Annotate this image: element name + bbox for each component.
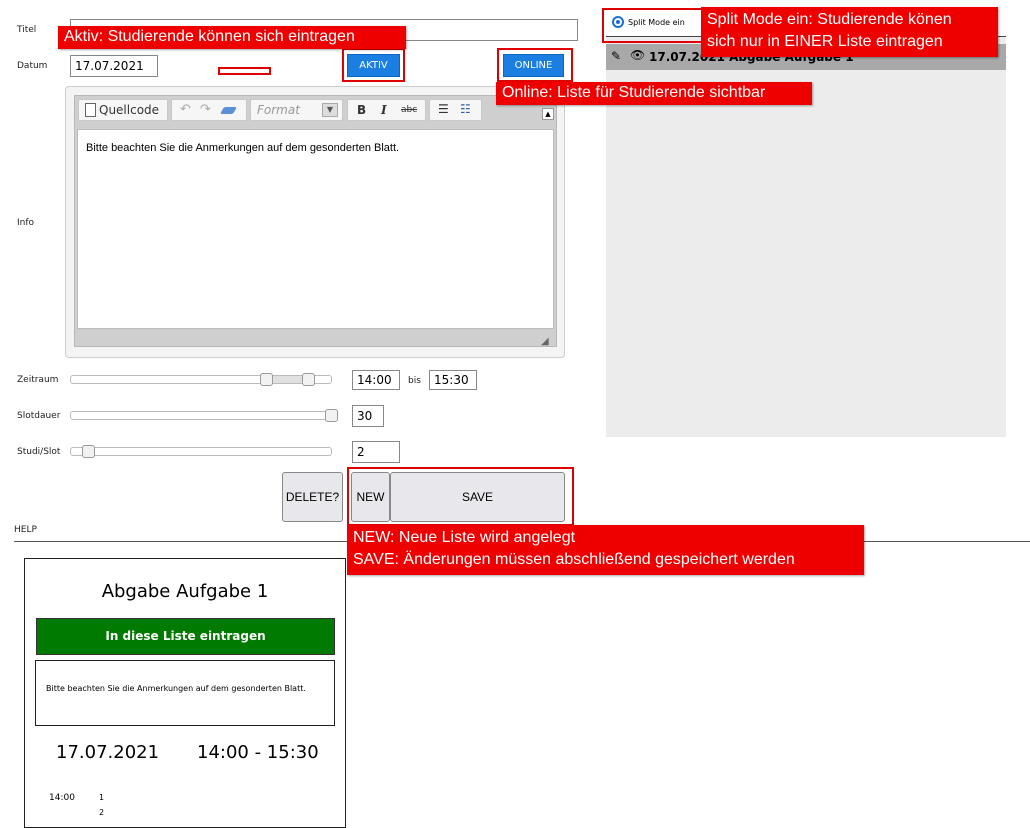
preview-time-range: 14:00 - 15:30	[197, 742, 319, 763]
datum-input[interactable]: 17.07.2021	[70, 55, 158, 77]
zeitraum-label: Zeitraum	[17, 375, 59, 385]
preview-date: 17.07.2021	[56, 742, 160, 763]
slot-2[interactable]: 2	[99, 808, 104, 817]
slotdauer-label: Slotdauer	[17, 411, 61, 421]
format-placeholder: Format	[257, 103, 300, 117]
editor-frame: Quellcode ↶ ↷ Format ▼ B I abc ☰ ☷ ▲ Bit…	[74, 95, 557, 347]
new-button[interactable]: NEW	[351, 472, 390, 522]
callout-save: SAVE: Änderungen müssen abschließend ges…	[353, 551, 795, 568]
editor-text: Bitte beachten Sie die Anmerkungen auf d…	[86, 142, 400, 154]
edit-pencil-icon[interactable]: ✎	[611, 49, 621, 63]
undo-icon[interactable]: ↶	[180, 102, 191, 117]
bold-icon[interactable]: B	[357, 103, 366, 117]
eraser-icon[interactable]	[219, 107, 238, 114]
info-label: Info	[17, 218, 35, 228]
datum-label: Datum	[17, 61, 48, 71]
zeitraum-handle-end[interactable]	[302, 373, 315, 386]
student-preview: Abgabe Aufgabe 1 In diese Liste eintrage…	[24, 558, 346, 828]
slotdauer-input[interactable]: 30	[352, 405, 384, 427]
split-mode-label: Split Mode ein	[628, 18, 685, 27]
redo-icon[interactable]: ↷	[200, 102, 211, 117]
zeitraum-handle-start[interactable]	[260, 373, 273, 386]
callout-aktiv: Aktiv: Studierende können sich eintragen	[58, 26, 406, 49]
callout-split-line1: Split Mode ein: Studierende könen	[707, 11, 952, 28]
radio-dot-icon	[616, 20, 620, 24]
highlight-marker	[218, 67, 271, 75]
enroll-button[interactable]: In diese Liste eintragen	[36, 618, 335, 655]
studi-handle[interactable]	[82, 445, 95, 458]
callout-split-line2: sich nur in EINER Liste eintragen	[707, 33, 943, 50]
save-button[interactable]: SAVE	[390, 472, 565, 522]
help-label: HELP	[14, 525, 37, 535]
online-button[interactable]: ONLINE	[503, 54, 564, 77]
zeit-end-input[interactable]: 15:30	[429, 370, 477, 390]
callout-new: NEW: Neue Liste wird angelegt	[353, 529, 576, 546]
preview-info: Bitte beachten Sie die Anmerkungen auf d…	[46, 684, 306, 693]
editor-content[interactable]: Bitte beachten Sie die Anmerkungen auf d…	[77, 129, 554, 329]
studi-slider[interactable]	[70, 447, 332, 456]
studi-input[interactable]: 2	[352, 441, 400, 463]
history-group: ↶ ↷	[171, 99, 247, 121]
bis-label: bis	[408, 376, 421, 386]
resize-handle-icon[interactable]: ◢	[541, 336, 549, 347]
callout-online: Online: Liste für Studierende sichtbar	[496, 82, 812, 105]
studi-label: Studi/Slot	[17, 447, 61, 457]
list-panel	[606, 9, 1006, 437]
source-button[interactable]: Quellcode	[78, 99, 168, 121]
rich-text-editor: Quellcode ↶ ↷ Format ▼ B I abc ☰ ☷ ▲ Bit…	[65, 86, 565, 358]
format-select[interactable]: Format ▼	[250, 99, 343, 121]
slotdauer-handle[interactable]	[325, 409, 338, 422]
slot-time: 14:00	[49, 793, 75, 803]
split-mode-radio[interactable]	[612, 16, 624, 28]
eye-icon[interactable]: 👁	[630, 48, 645, 62]
bullet-list-icon[interactable]: ☷	[460, 102, 471, 116]
zeit-start-input[interactable]: 14:00	[352, 370, 400, 390]
slotdauer-slider[interactable]	[70, 411, 332, 420]
preview-title: Abgabe Aufgabe 1	[101, 581, 269, 602]
callout-split-mode: Split Mode ein: Studierende könen sich n…	[701, 7, 998, 57]
source-label: Quellcode	[99, 103, 160, 117]
document-icon	[85, 103, 96, 117]
list-group: ☰ ☷	[429, 99, 482, 121]
strikethrough-icon[interactable]: abc	[401, 105, 417, 115]
delete-button[interactable]: DELETE?	[282, 472, 343, 522]
titel-label: Titel	[17, 25, 37, 35]
italic-icon[interactable]: I	[381, 103, 387, 117]
collapse-toolbar-icon[interactable]: ▲	[542, 108, 554, 120]
slot-1[interactable]: 1	[99, 793, 104, 802]
numbered-list-icon[interactable]: ☰	[438, 102, 449, 116]
preview-info-box: Bitte beachten Sie die Anmerkungen auf d…	[35, 660, 335, 726]
aktiv-button[interactable]: AKTIV	[347, 54, 400, 77]
callout-new-save: NEW: Neue Liste wird angelegt SAVE: Ände…	[347, 525, 864, 575]
style-group: B I abc	[347, 99, 426, 121]
chevron-down-icon: ▼	[322, 103, 338, 117]
